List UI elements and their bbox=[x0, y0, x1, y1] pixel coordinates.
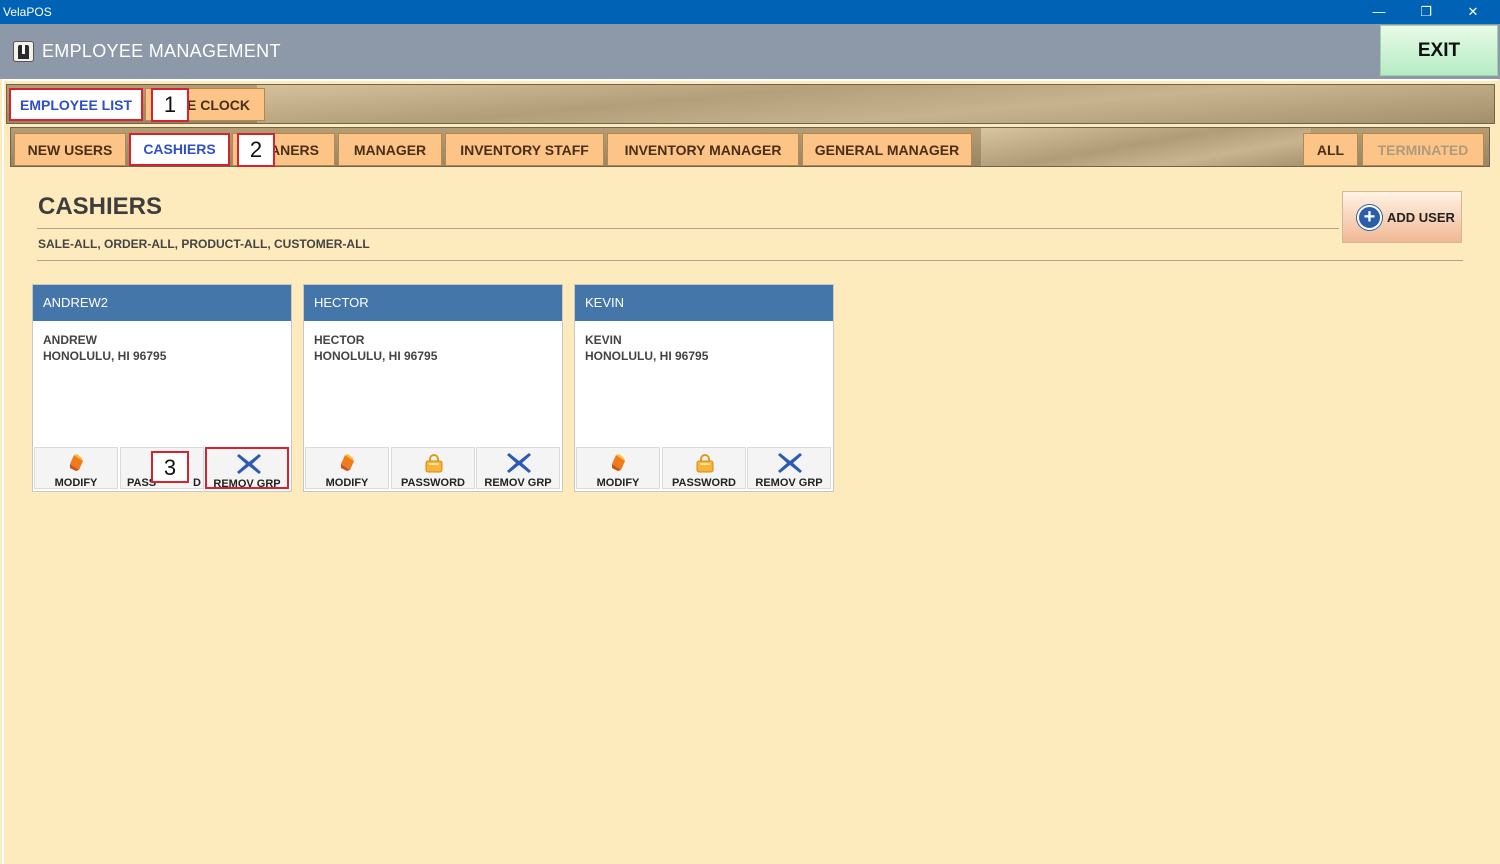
tab-general-manager[interactable]: GENERAL MANAGER bbox=[802, 133, 972, 166]
card-actions: MODIFY PASSWORD REMOV GRP bbox=[575, 447, 833, 491]
lock-icon bbox=[696, 454, 714, 473]
permissions-text: SALE-ALL, ORDER-ALL, PRODUCT-ALL, CUSTOM… bbox=[38, 237, 370, 251]
section-title: CASHIERS bbox=[38, 193, 163, 220]
employee-name: HECTOR bbox=[314, 333, 365, 347]
employee-card: KEVIN KEVIN HONOLULU, HI 96795 MODIFY PA… bbox=[574, 284, 834, 492]
window-title-bar: VelaPOS — ❐ ✕ bbox=[0, 0, 1500, 24]
pencil-icon bbox=[341, 454, 354, 471]
add-user-button[interactable]: + ADD USER bbox=[1342, 191, 1462, 243]
employee-name: ANDREW bbox=[43, 333, 97, 347]
password-label: PASSWORD bbox=[401, 477, 465, 489]
employee-address: HONOLULU, HI 96795 bbox=[43, 349, 167, 363]
callout-3: 3 bbox=[151, 451, 189, 483]
employee-username: HECTOR bbox=[304, 285, 562, 321]
tuxedo-icon bbox=[13, 41, 34, 62]
modify-button[interactable]: MODIFY bbox=[305, 447, 389, 489]
tab-manager[interactable]: MANAGER bbox=[338, 133, 442, 166]
modify-button[interactable]: MODIFY bbox=[34, 447, 118, 489]
tab-all[interactable]: ALL bbox=[1303, 133, 1358, 166]
remove-group-button[interactable]: REMOV GRP bbox=[205, 447, 289, 489]
plus-circle-icon: + bbox=[1357, 205, 1382, 230]
modify-label: MODIFY bbox=[54, 477, 98, 489]
password-label: PASSWORD bbox=[672, 477, 736, 489]
pencil-icon bbox=[612, 454, 625, 471]
tab-inventory-staff[interactable]: INVENTORY STAFF bbox=[445, 133, 604, 166]
password-button[interactable]: PASSWORD bbox=[662, 447, 746, 489]
remove-group-button[interactable]: REMOV GRP bbox=[747, 447, 831, 489]
minimize-button[interactable]: — bbox=[1356, 0, 1402, 24]
app-title: VelaPOS bbox=[3, 5, 52, 19]
pencil-icon bbox=[70, 454, 83, 471]
x-icon bbox=[507, 453, 531, 473]
employee-username: ANDREW2 bbox=[33, 285, 291, 321]
lock-icon bbox=[425, 454, 443, 473]
employee-address: HONOLULU, HI 96795 bbox=[314, 349, 438, 363]
collar-shape bbox=[22, 45, 25, 54]
callout-1: 1 bbox=[151, 88, 189, 122]
exit-button[interactable]: EXIT bbox=[1380, 25, 1498, 76]
employee-username: KEVIN bbox=[575, 285, 833, 321]
remove-group-label: REMOV GRP bbox=[213, 478, 281, 489]
modify-label: MODIFY bbox=[325, 477, 369, 489]
page-title: EMPLOYEE MANAGEMENT bbox=[42, 41, 281, 61]
page-header: EMPLOYEE MANAGEMENT EXIT bbox=[0, 24, 1500, 79]
card-actions: MODIFY PASSWORD REMOV GRP bbox=[304, 447, 562, 491]
remove-group-label: REMOV GRP bbox=[484, 477, 552, 489]
employee-card: HECTOR HECTOR HONOLULU, HI 96795 MODIFY … bbox=[303, 284, 563, 492]
modify-label: MODIFY bbox=[596, 477, 640, 489]
remove-group-button[interactable]: REMOV GRP bbox=[476, 447, 560, 489]
tab-employee-list[interactable]: EMPLOYEE LIST bbox=[9, 88, 143, 121]
x-icon bbox=[237, 454, 261, 474]
tab-cashiers[interactable]: CASHIERS bbox=[129, 133, 230, 166]
divider bbox=[37, 260, 1463, 261]
maximize-button[interactable]: ❐ bbox=[1403, 0, 1449, 24]
tab-new-users[interactable]: NEW USERS bbox=[14, 133, 126, 166]
close-button[interactable]: ✕ bbox=[1450, 0, 1496, 24]
callout-2: 2 bbox=[237, 133, 275, 167]
password-button[interactable]: PASSWORD bbox=[391, 447, 475, 489]
divider bbox=[37, 228, 1339, 229]
x-icon bbox=[778, 453, 802, 473]
tab-terminated[interactable]: TERMINATED bbox=[1362, 133, 1484, 166]
remove-group-label: REMOV GRP bbox=[755, 477, 823, 489]
strip-decoration bbox=[257, 85, 1494, 123]
add-user-label: ADD USER bbox=[1387, 210, 1455, 225]
employee-address: HONOLULU, HI 96795 bbox=[585, 349, 709, 363]
strip-decoration bbox=[981, 128, 1311, 166]
tab-inventory-manager[interactable]: INVENTORY MANAGER bbox=[607, 133, 799, 166]
employee-name: KEVIN bbox=[585, 333, 622, 347]
modify-button[interactable]: MODIFY bbox=[576, 447, 660, 489]
